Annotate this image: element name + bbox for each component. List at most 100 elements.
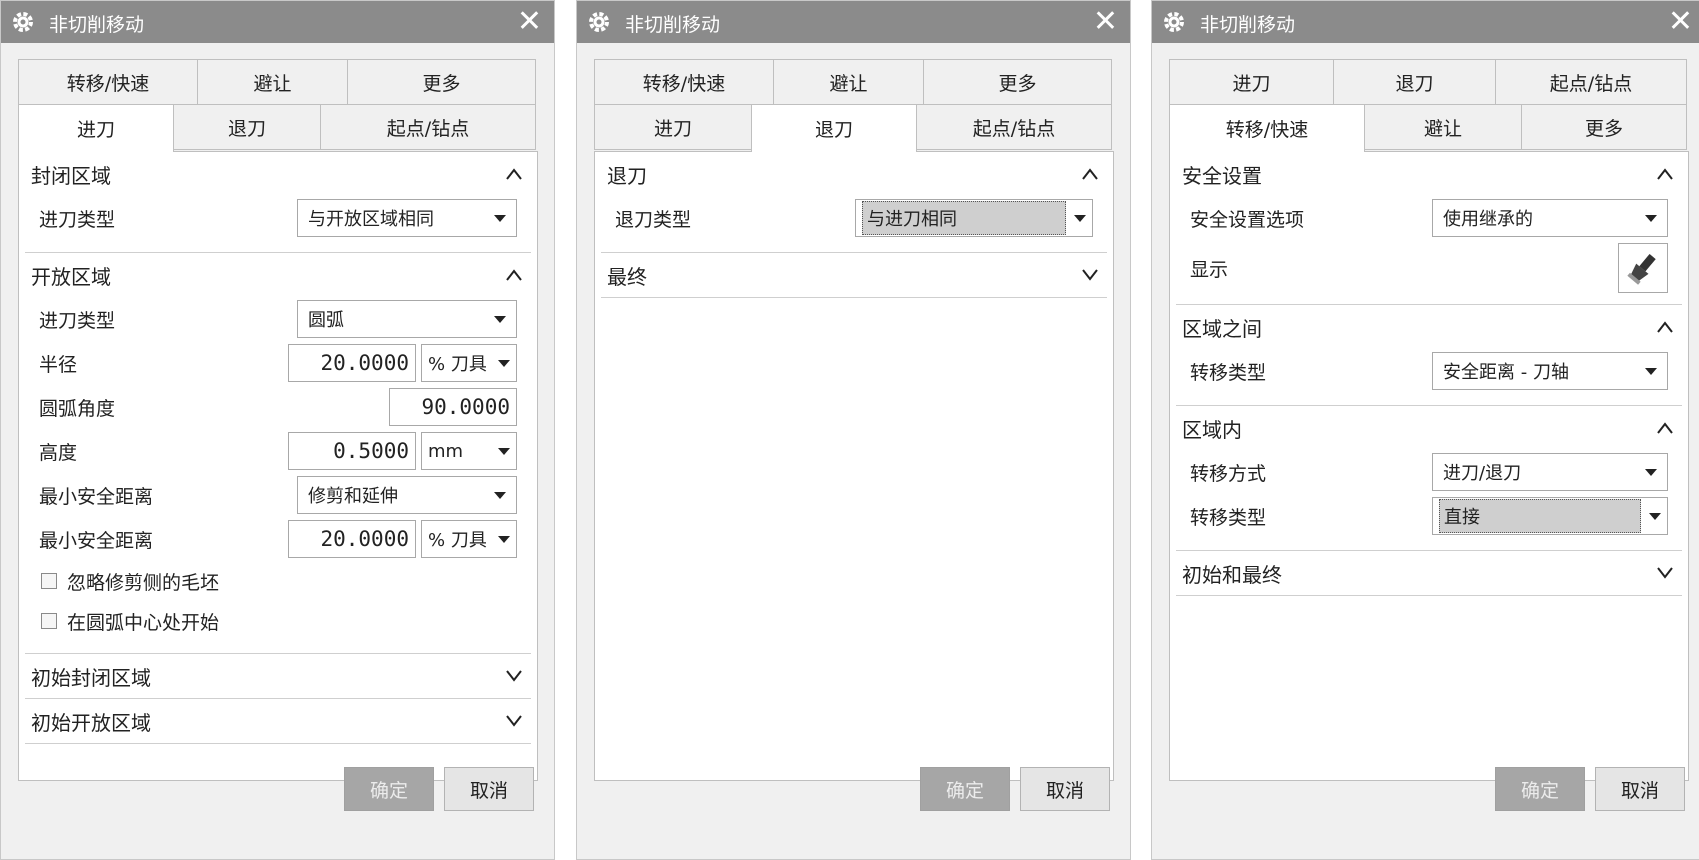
divider: [25, 743, 531, 744]
cancel-button[interactable]: 取消: [1020, 767, 1110, 811]
section-title: 区域之间: [1182, 316, 1262, 341]
retract-type-select[interactable]: 与进刀相同: [855, 199, 1093, 237]
chevron-down-icon[interactable]: [505, 669, 523, 683]
section-initial-final[interactable]: 初始和最终: [1170, 551, 1688, 595]
min-clearance-label: 最小安全距离: [39, 529, 154, 552]
section-safety[interactable]: 安全设置: [1170, 152, 1688, 196]
engage-type-label: 进刀类型: [39, 208, 116, 231]
select-value: 与开放区域相同: [308, 209, 434, 230]
tab-retract[interactable]: 退刀: [751, 104, 917, 152]
dropdown-arrow-icon: [1649, 512, 1661, 520]
chevron-down-icon[interactable]: [1656, 566, 1674, 580]
radius-unit-select[interactable]: % 刀具: [421, 344, 517, 382]
tab-retract[interactable]: 退刀: [1333, 59, 1496, 105]
non-cutting-moves-dialog-retract: 非切削移动 ✕ 转移/快速 避让 更多 进刀 退刀 起点/钻点 退刀 退刀类型 …: [576, 0, 1131, 860]
tab-more[interactable]: 更多: [923, 59, 1112, 105]
checkbox[interactable]: [41, 573, 57, 589]
gear-icon: [589, 12, 609, 32]
dialog-title: 非切削移动: [625, 14, 721, 36]
height-input[interactable]: 0.5000: [288, 432, 416, 470]
section-open-area[interactable]: 开放区域: [19, 253, 537, 297]
section-final[interactable]: 最终: [595, 253, 1113, 297]
checkbox[interactable]: [41, 613, 57, 629]
min-clearance-input[interactable]: 20.0000: [288, 520, 416, 558]
chevron-up-icon[interactable]: [505, 268, 523, 282]
section-between-regions[interactable]: 区域之间: [1170, 305, 1688, 349]
between-transfer-type-select[interactable]: 安全距离 - 刀轴: [1432, 352, 1668, 390]
title-bar: 非切削移动 ✕: [577, 1, 1130, 43]
select-value: 修剪和延伸: [308, 486, 398, 507]
ok-button[interactable]: 确定: [344, 767, 434, 811]
section-initial-open[interactable]: 初始开放区域: [19, 699, 537, 743]
tab-transfer[interactable]: 转移/快速: [1169, 104, 1365, 152]
tab-avoid[interactable]: 避让: [1364, 104, 1522, 150]
section-initial-closed[interactable]: 初始封闭区域: [19, 654, 537, 698]
engage-type-label: 进刀类型: [39, 309, 116, 332]
display-label: 显示: [1190, 258, 1229, 281]
tab-engage[interactable]: 进刀: [594, 104, 752, 150]
tab-start-drill[interactable]: 起点/钻点: [916, 104, 1112, 150]
tab-start-drill[interactable]: 起点/钻点: [1495, 59, 1687, 105]
checkbox-label: 在圆弧中心处开始: [67, 611, 220, 634]
close-icon[interactable]: ✕: [1668, 3, 1693, 41]
tab-strip: 转移/快速 避让 更多 进刀 退刀 起点/钻点: [594, 59, 1112, 152]
cancel-button[interactable]: 取消: [1595, 767, 1685, 811]
ok-button[interactable]: 确定: [920, 767, 1010, 811]
ignore-blank-checkbox-row[interactable]: 忽略修剪侧的毛坯: [19, 561, 537, 601]
close-icon[interactable]: ✕: [1093, 3, 1118, 41]
title-bar: 非切削移动 ✕: [1, 1, 554, 43]
transfer-type-label: 转移类型: [1190, 361, 1267, 384]
open-engage-type-select[interactable]: 圆弧: [297, 300, 517, 338]
min-clearance-select[interactable]: 修剪和延伸: [297, 476, 517, 514]
start-at-arc-center-checkbox-row[interactable]: 在圆弧中心处开始: [19, 601, 537, 641]
section-title: 退刀: [607, 163, 647, 188]
dropdown-arrow-icon: [1645, 367, 1657, 375]
transfer-method-select[interactable]: 进刀/退刀: [1432, 453, 1668, 491]
tab-more[interactable]: 更多: [1521, 104, 1687, 150]
radius-label: 半径: [39, 353, 78, 376]
tab-start-drill[interactable]: 起点/钻点: [320, 104, 536, 150]
chevron-up-icon[interactable]: [1656, 421, 1674, 435]
select-value: 使用继承的: [1443, 209, 1533, 230]
close-icon[interactable]: ✕: [517, 3, 542, 41]
chevron-up-icon[interactable]: [1656, 167, 1674, 181]
transfer-type-label: 转移类型: [1190, 506, 1267, 529]
display-flashlight-button[interactable]: [1618, 243, 1668, 293]
section-title: 封闭区域: [31, 163, 111, 188]
non-cutting-moves-dialog-transfer: 非切削移动 ✕ 进刀 退刀 起点/钻点 转移/快速 避让 更多 安全设置 安全设…: [1151, 0, 1699, 860]
tab-retract[interactable]: 退刀: [173, 104, 321, 150]
tab-engage[interactable]: 进刀: [1169, 59, 1334, 105]
section-within-region[interactable]: 区域内: [1170, 406, 1688, 450]
select-value: 与进刀相同: [862, 201, 1066, 235]
tab-strip: 转移/快速 避让 更多 进刀 退刀 起点/钻点: [18, 59, 536, 152]
tab-transfer[interactable]: 转移/快速: [18, 59, 198, 105]
section-title: 初始开放区域: [31, 710, 151, 735]
tab-avoid[interactable]: 避让: [773, 59, 924, 105]
chevron-down-icon[interactable]: [1081, 268, 1099, 282]
dropdown-arrow-icon: [498, 359, 510, 367]
title-bar: 非切削移动 ✕: [1152, 1, 1699, 43]
chevron-up-icon[interactable]: [1656, 320, 1674, 334]
transfer-method-label: 转移方式: [1190, 462, 1267, 485]
cancel-button[interactable]: 取消: [444, 767, 534, 811]
dropdown-arrow-icon: [494, 315, 506, 323]
section-retract[interactable]: 退刀: [595, 152, 1113, 196]
min-clearance-unit-select[interactable]: % 刀具: [421, 520, 517, 558]
closed-engage-type-select[interactable]: 与开放区域相同: [297, 199, 517, 237]
engage-panel: 封闭区域 进刀类型 与开放区域相同 开放区域 进刀类型 圆弧 半径 20.000…: [18, 151, 538, 781]
ok-button[interactable]: 确定: [1495, 767, 1585, 811]
chevron-up-icon[interactable]: [505, 167, 523, 181]
radius-input[interactable]: 20.0000: [288, 344, 416, 382]
within-transfer-type-select[interactable]: 直接: [1432, 497, 1668, 535]
tab-more[interactable]: 更多: [347, 59, 536, 105]
chevron-up-icon[interactable]: [1081, 167, 1099, 181]
tab-transfer[interactable]: 转移/快速: [594, 59, 774, 105]
chevron-down-icon[interactable]: [505, 714, 523, 728]
tab-engage[interactable]: 进刀: [18, 104, 174, 152]
safety-option-select[interactable]: 使用继承的: [1432, 199, 1668, 237]
transfer-panel: 安全设置 安全设置选项 使用继承的 显示 区域之间 转移类型 安全距离 - 刀轴…: [1169, 151, 1689, 781]
height-unit-select[interactable]: mm: [421, 432, 517, 470]
section-closed-area[interactable]: 封闭区域: [19, 152, 537, 196]
tab-avoid[interactable]: 避让: [197, 59, 348, 105]
arc-angle-input[interactable]: 90.0000: [389, 388, 517, 426]
